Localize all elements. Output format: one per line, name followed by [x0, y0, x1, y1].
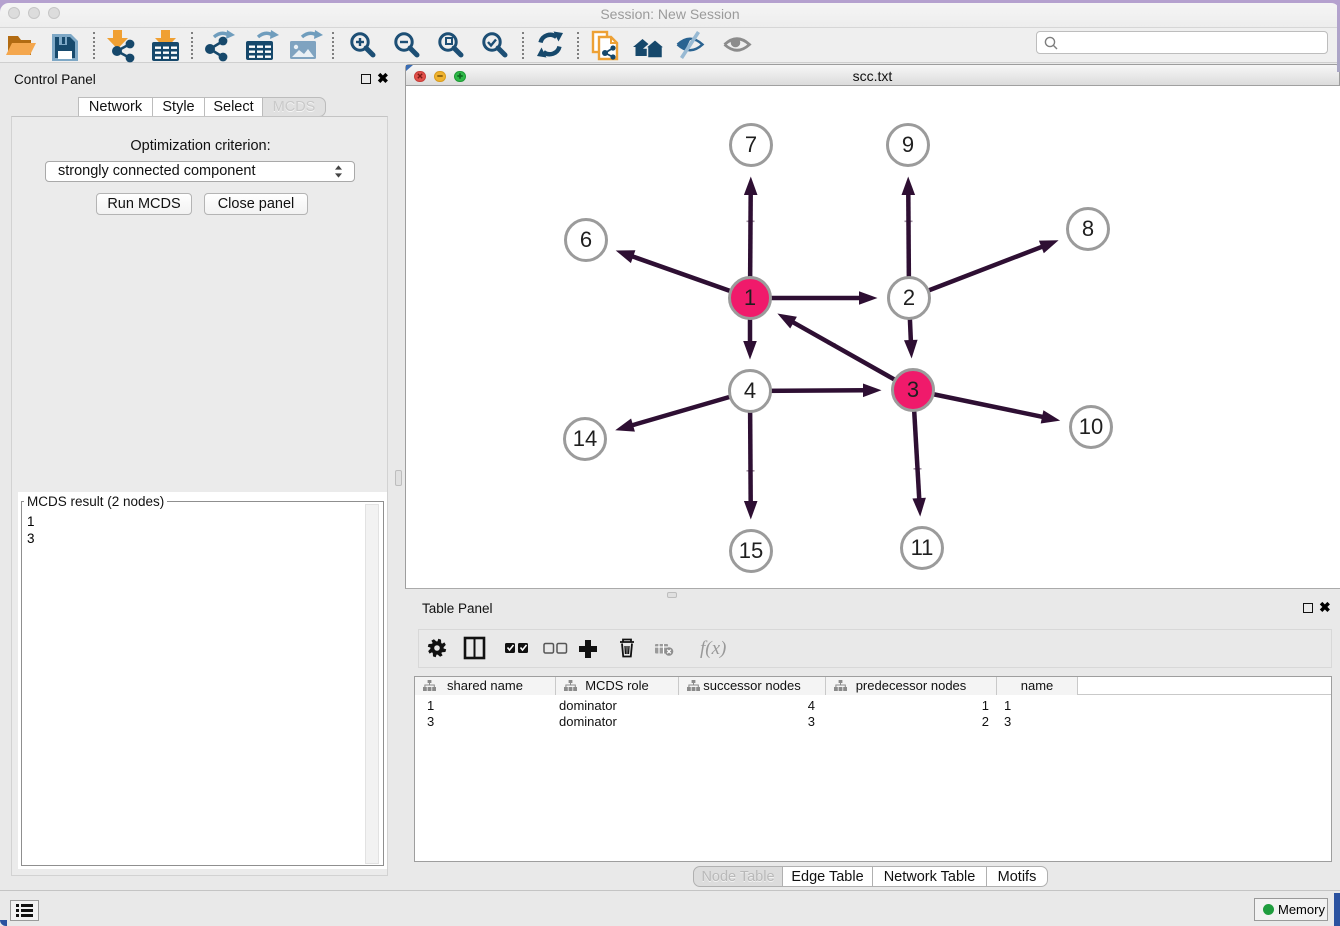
- svg-text:3: 3: [907, 377, 919, 402]
- svg-text:4: 4: [744, 378, 756, 403]
- svg-text:10: 10: [1079, 414, 1103, 439]
- svg-text:8: 8: [1082, 216, 1094, 241]
- svg-text:f(x): f(x): [700, 638, 726, 659]
- svg-text:6: 6: [580, 227, 592, 252]
- svg-text:15: 15: [739, 538, 763, 563]
- svg-text:9: 9: [902, 132, 914, 157]
- svg-text:2: 2: [903, 285, 915, 310]
- svg-text:1: 1: [744, 285, 756, 310]
- svg-text:7: 7: [745, 132, 757, 157]
- svg-text:14: 14: [573, 426, 597, 451]
- svg-text:11: 11: [911, 535, 934, 560]
